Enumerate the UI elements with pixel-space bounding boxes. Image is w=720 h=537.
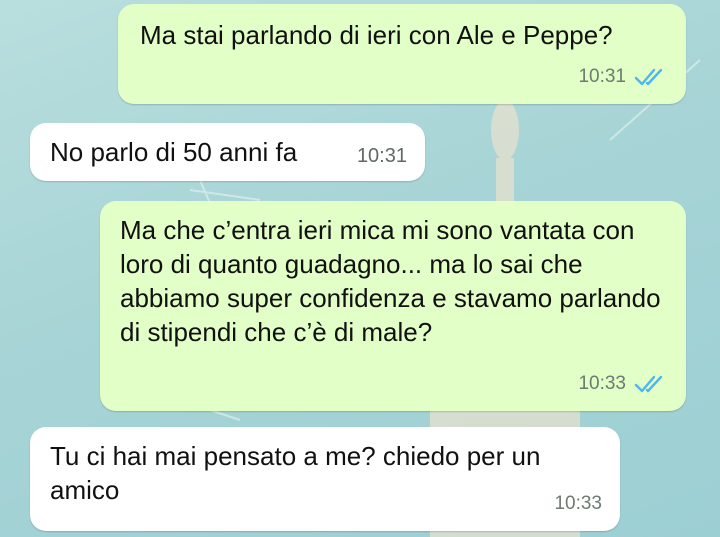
message-meta: 10:33 (554, 487, 602, 521)
message-bubble-incoming[interactable]: No parlo di 50 anni fa 10:31 (30, 123, 425, 181)
message-meta: 10:31 (357, 139, 407, 173)
message-text: Tu ci hai mai pensato a me? chiedo per u… (50, 441, 541, 505)
message-text: No parlo di 50 anni fa (50, 137, 298, 167)
message-time: 10:31 (578, 66, 626, 87)
double-check-read-icon (634, 375, 663, 393)
message-text: Ma che c’entra ieri mica mi sono vantata… (120, 215, 661, 347)
message-time: 10:33 (578, 373, 626, 394)
message-bubble-outgoing[interactable]: Ma che c’entra ieri mica mi sono vantata… (100, 201, 686, 411)
message-meta: 10:31 (578, 60, 668, 94)
message-time: 10:33 (554, 493, 602, 514)
message-text: Ma stai parlando di ieri con Ale e Peppe… (140, 20, 613, 50)
message-time: 10:31 (356, 145, 407, 167)
double-check-read-icon (634, 68, 663, 86)
message-bubble-incoming[interactable]: Tu ci hai mai pensato a me? chiedo per u… (30, 427, 620, 531)
message-bubble-outgoing[interactable]: Ma stai parlando di ieri con Ale e Peppe… (118, 4, 686, 104)
message-meta: 10:33 (578, 367, 668, 401)
